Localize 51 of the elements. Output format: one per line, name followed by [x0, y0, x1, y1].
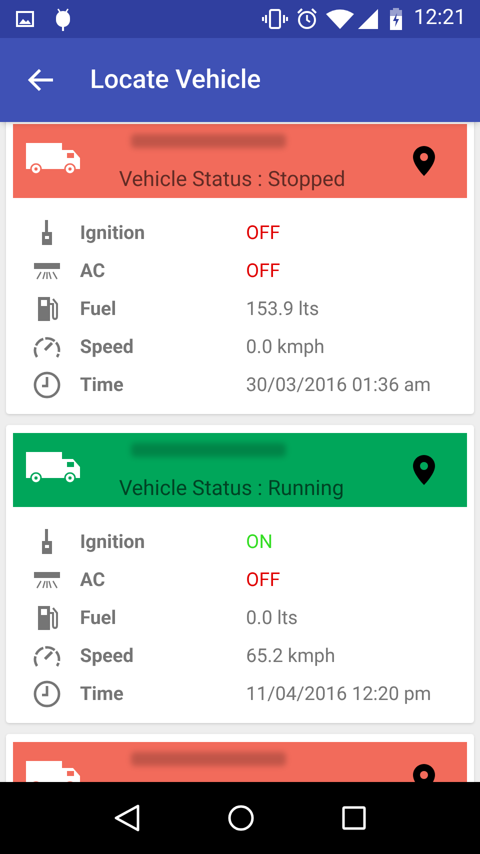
field-label: AC	[80, 258, 106, 284]
back-icon[interactable]	[114, 804, 140, 832]
clock-time: 12:21	[414, 5, 466, 32]
field-label: Time	[80, 372, 125, 398]
truck-icon	[25, 142, 81, 174]
vehicle-header[interactable]: Vehicle Status : Running	[13, 433, 467, 507]
key-icon	[39, 220, 55, 246]
field-label: Ignition	[80, 528, 146, 555]
back-arrow-icon	[28, 68, 54, 92]
field-value: 0.0 kmph	[246, 334, 325, 360]
key-icon	[39, 529, 55, 555]
home-icon[interactable]	[226, 804, 255, 832]
recents-icon[interactable]	[342, 806, 366, 830]
android-icon	[54, 7, 72, 31]
field-value: OFF	[246, 258, 280, 284]
field-value: OFF	[246, 220, 280, 246]
location-pin-icon[interactable]	[413, 146, 435, 176]
battery-icon	[390, 8, 402, 30]
field-value: OFF	[246, 566, 280, 593]
vibrate-icon	[262, 9, 288, 29]
wifi-icon	[326, 9, 354, 29]
speedometer-icon	[32, 644, 62, 668]
air-conditioner-icon	[33, 571, 61, 589]
image-icon	[16, 11, 34, 27]
field-value: 65.2 kmph	[246, 642, 336, 669]
field-value: ON	[246, 528, 273, 555]
clock-icon	[33, 680, 61, 708]
field-value: 0.0 lts	[246, 604, 298, 631]
truck-icon	[25, 451, 81, 483]
screen-title: Locate Vehicle	[90, 64, 261, 96]
location-pin-icon[interactable]	[413, 455, 435, 485]
field-label: Speed	[80, 334, 135, 360]
field-label: Time	[80, 680, 125, 707]
signal-icon	[358, 9, 378, 29]
field-value: 153.9 lts	[246, 296, 320, 322]
field-value: 30/03/2016 01:36 am	[246, 372, 431, 398]
vehicle-header[interactable]: Vehicle Status : Stopped	[13, 124, 467, 198]
speedometer-icon	[32, 335, 62, 359]
vehicle-status: Vehicle Status : Stopped	[119, 167, 346, 193]
alarm-icon	[296, 8, 318, 30]
field-label: Fuel	[80, 604, 118, 631]
air-conditioner-icon	[33, 262, 61, 280]
field-value: 11/04/2016 12:20 pm	[246, 680, 432, 707]
fuel-pump-icon	[35, 605, 59, 631]
clock-icon	[33, 371, 61, 399]
field-label: AC	[80, 566, 106, 593]
vehicle-status: Vehicle Status : Running	[119, 476, 344, 502]
field-label: Speed	[80, 642, 135, 669]
field-label: Fuel	[80, 296, 118, 322]
fuel-pump-icon	[35, 296, 59, 322]
field-label: Ignition	[80, 220, 146, 246]
